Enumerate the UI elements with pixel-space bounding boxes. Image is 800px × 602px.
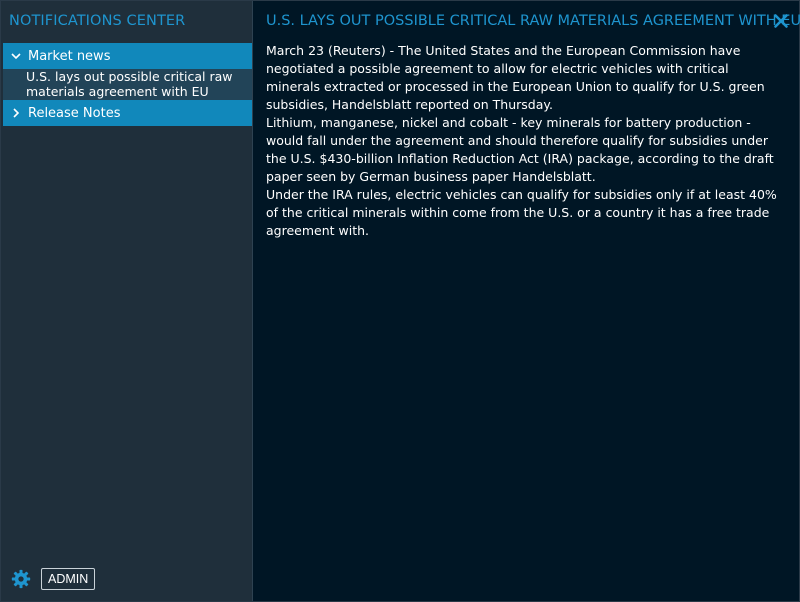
news-item[interactable]: U.S. lays out possible critical raw mate… [3, 69, 252, 100]
article-body: March 23 (Reuters) - The United States a… [266, 42, 786, 240]
chevron-right-icon[interactable] [5, 100, 27, 126]
sidebar-footer: ADMIN [9, 567, 96, 591]
tree-group-market-news[interactable]: Market news [3, 43, 252, 69]
tree-group-label: Market news [28, 48, 111, 64]
article-paragraph: Lithium, manganese, nickel and cobalt - … [266, 115, 774, 184]
close-icon[interactable] [772, 12, 790, 30]
article-paragraph: March 23 (Reuters) - The United States a… [266, 43, 765, 112]
tree-group-release-notes[interactable]: Release Notes [3, 100, 252, 126]
gear-icon[interactable] [9, 567, 33, 591]
article-paragraph: Under the IRA rules, electric vehicles c… [266, 187, 777, 238]
chevron-down-icon[interactable] [5, 43, 27, 69]
sidebar: NOTIFICATIONS CENTER Market news U.S. la… [1, 1, 253, 601]
admin-button[interactable]: ADMIN [41, 568, 96, 590]
sidebar-title: NOTIFICATIONS CENTER [9, 13, 186, 29]
article-title: U.S. LAYS OUT POSSIBLE CRITICAL RAW MATE… [266, 13, 800, 29]
article-panel: U.S. LAYS OUT POSSIBLE CRITICAL RAW MATE… [253, 1, 800, 601]
tree-group-label: Release Notes [28, 105, 121, 121]
notifications-window: NOTIFICATIONS CENTER Market news U.S. la… [0, 0, 800, 602]
